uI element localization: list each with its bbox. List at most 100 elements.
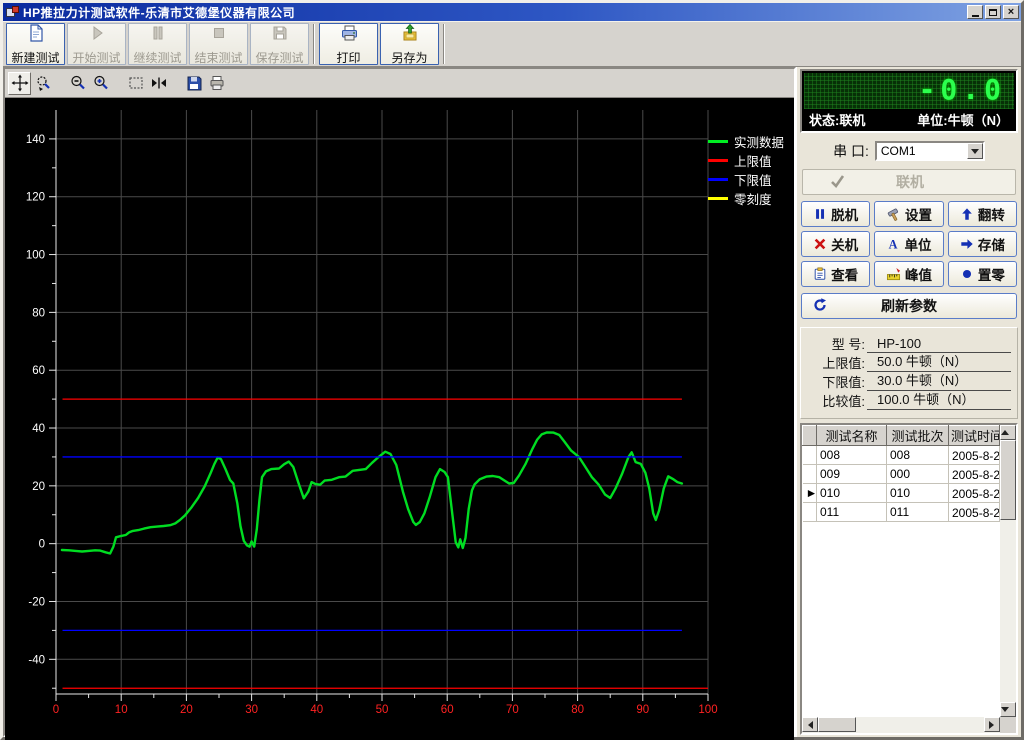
refresh-params-label: 刷新参数: [881, 298, 937, 314]
col-test-batch[interactable]: 测试批次: [886, 425, 949, 446]
cell-test-name[interactable]: 010: [816, 483, 887, 503]
unit-button[interactable]: A 单位: [874, 231, 944, 257]
legend-item: 零刻度: [708, 189, 784, 208]
peak-button[interactable]: 峰值: [874, 261, 944, 287]
refresh-params-button[interactable]: 刷新参数: [801, 293, 1017, 319]
fit-axes-tool-button[interactable]: [147, 72, 170, 95]
continue-test-button[interactable]: 继续测试: [128, 23, 187, 65]
refresh-icon: [812, 297, 828, 316]
vertical-scroll-thumb[interactable]: [1000, 440, 1016, 520]
current-row-marker[interactable]: ►: [802, 483, 817, 503]
cell-test-name[interactable]: 011: [816, 502, 887, 522]
new-test-button[interactable]: 新建测试: [6, 23, 65, 65]
row-gutter[interactable]: [802, 445, 817, 465]
end-test-button[interactable]: 结束测试: [189, 23, 248, 65]
save-as-button[interactable]: 另存为: [380, 23, 439, 65]
save-test-button[interactable]: 保存测试: [250, 23, 309, 65]
view-button[interactable]: 查看: [801, 261, 871, 287]
cell-test-batch[interactable]: 008: [886, 445, 949, 465]
dropdown-button[interactable]: [966, 143, 983, 159]
led-screen: -0.0: [804, 73, 1014, 109]
chart-plot-area[interactable]: 0 10 20 30 40 50 60 70 80 90 100 -40 -20 0 20 40 60 80 100…: [5, 98, 794, 740]
cell-test-time[interactable]: 2005-8-25 下: [948, 502, 1000, 522]
power-off-button[interactable]: 关机: [801, 231, 871, 257]
view-label: 查看: [831, 268, 859, 283]
window-title: HP推拉力计测试软件-乐清市艾德堡仪器有限公司: [23, 5, 296, 20]
horizontal-scroll-thumb[interactable]: [818, 717, 856, 732]
save-icon: [187, 76, 201, 91]
cell-test-batch[interactable]: 000: [886, 464, 949, 484]
new-test-label: 新建测试: [11, 50, 60, 65]
start-test-button[interactable]: 开始测试: [67, 23, 126, 65]
marquee-icon: [128, 77, 143, 89]
pan-tool-button[interactable]: [8, 71, 31, 95]
scroll-left-button[interactable]: [802, 717, 818, 732]
lower-limit-label: 下限值:: [822, 375, 865, 390]
restore-icon: [989, 8, 997, 16]
svg-text:40: 40: [32, 423, 45, 435]
unit-text: 单位:牛顿（N）: [917, 112, 1009, 128]
col-test-name[interactable]: 测试名称: [816, 425, 887, 446]
legend-label: 下限值: [734, 174, 772, 188]
vertical-scrollbar[interactable]: [1000, 425, 1016, 717]
legend-swatch: [708, 159, 728, 162]
zoom-select-tool-button[interactable]: [31, 72, 54, 95]
svg-text:90: 90: [636, 704, 649, 716]
table-header-row: 测试名称 测试批次 测试时间: [802, 425, 1000, 446]
zoom-in-tool-button[interactable]: [89, 72, 112, 95]
toolbar-separator: [313, 24, 315, 64]
table-row[interactable]: 0090002005-8-25 下午: [802, 464, 1000, 484]
horizontal-scrollbar[interactable]: [802, 717, 1000, 733]
svg-text:50: 50: [376, 704, 389, 716]
chart-toolbar: [5, 69, 794, 98]
row-gutter[interactable]: [802, 502, 817, 522]
zero-button[interactable]: 置零: [947, 261, 1017, 287]
cell-test-batch[interactable]: 011: [886, 502, 949, 522]
table-row[interactable]: 0110112005-8-25 下: [802, 502, 1000, 522]
arrow-down-icon: [1001, 707, 1009, 716]
print-chart-button[interactable]: [205, 72, 228, 95]
marquee-tool-button[interactable]: [124, 72, 147, 95]
play-icon: [87, 23, 107, 48]
row-gutter[interactable]: [802, 464, 817, 484]
serial-port-select[interactable]: COM1: [874, 141, 985, 161]
lower-limit-value: 30.0 牛顿（N）: [867, 370, 1011, 391]
cell-test-time[interactable]: 2005-8-25 下午: [948, 483, 1000, 503]
scroll-up-button[interactable]: [1000, 425, 1016, 440]
restore-button[interactable]: [985, 5, 1001, 19]
col-test-time[interactable]: 测试时间: [948, 425, 1000, 446]
toolbar-separator: [443, 24, 445, 64]
upper-limit-label: 上限值:: [822, 356, 865, 371]
legend-label: 上限值: [734, 155, 772, 169]
chevron-down-icon: [970, 148, 979, 158]
zoom-out-tool-button[interactable]: [66, 72, 89, 95]
cell-test-batch[interactable]: 010: [886, 483, 949, 503]
save-chart-button[interactable]: [182, 72, 205, 95]
svg-text:0: 0: [39, 539, 45, 551]
flip-button[interactable]: 翻转: [947, 201, 1017, 227]
close-button[interactable]: ×: [1003, 5, 1019, 19]
cell-test-name[interactable]: 008: [816, 445, 887, 465]
device-button-grid: 脱机 设置 翻转 关机 A 单位 存储 查看 峰值 置零: [801, 201, 1017, 287]
svg-text:80: 80: [571, 704, 584, 716]
cell-test-name[interactable]: 009: [816, 464, 887, 484]
row-gutter-header[interactable]: [802, 425, 817, 446]
settings-button[interactable]: 设置: [874, 201, 944, 227]
cell-test-time[interactable]: 2005-8-25 下午: [948, 445, 1000, 465]
cell-test-time[interactable]: 2005-8-25 下午: [948, 464, 1000, 484]
scroll-down-button[interactable]: [1000, 702, 1016, 717]
scroll-right-button[interactable]: [984, 717, 1000, 732]
connect-button[interactable]: 联机: [802, 169, 1016, 195]
print-button[interactable]: 打印: [319, 23, 378, 65]
unit-label: 单位: [904, 238, 932, 253]
print-icon: [210, 76, 223, 90]
pause-icon: [816, 209, 825, 219]
offline-button[interactable]: 脱机: [801, 201, 871, 227]
minimize-button[interactable]: [967, 5, 983, 19]
titlebar: HP推拉力计测试软件-乐清市艾德堡仪器有限公司 ×: [3, 3, 1021, 21]
table-row[interactable]: 0080082005-8-25 下午: [802, 445, 1000, 465]
table-row[interactable]: ►0100102005-8-25 下午: [802, 483, 1000, 503]
store-button[interactable]: 存储: [947, 231, 1017, 257]
zero-label: 置零: [977, 268, 1005, 283]
svg-text:0: 0: [53, 704, 59, 716]
